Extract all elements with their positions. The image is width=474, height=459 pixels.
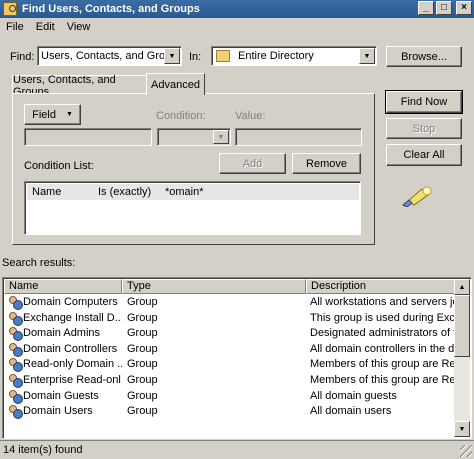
status-text: 14 item(s) found	[3, 444, 83, 456]
condition-list-label: Condition List:	[24, 160, 94, 172]
condition-row-name: Name	[32, 186, 62, 198]
clear-all-button[interactable]: Clear All	[386, 144, 462, 166]
table-row[interactable]: Read-only Domain ... Group Members of th…	[4, 357, 456, 373]
table-row[interactable]: Domain Users Group All domain users	[4, 404, 456, 420]
stop-button[interactable]: Stop	[386, 118, 462, 139]
status-bar: 14 item(s) found	[0, 440, 474, 459]
search-results-list[interactable]: Name Type Description Domain Computers G…	[2, 277, 472, 439]
value-input[interactable]	[235, 128, 362, 146]
maximize-button[interactable]: □	[436, 1, 452, 15]
condition-list[interactable]: Name Is (exactly) *omain*	[24, 181, 361, 235]
menu-edit[interactable]: Edit	[30, 21, 61, 33]
in-label: In:	[189, 51, 202, 63]
group-icon	[8, 342, 23, 357]
table-row[interactable]: Domain Computers Group All workstations …	[4, 295, 456, 311]
in-location-value: Entire Directory	[238, 50, 314, 62]
condition-label: Condition:	[156, 110, 206, 122]
condition-select[interactable]: ▼	[157, 128, 231, 146]
condition-row[interactable]: Name Is (exactly) *omain*	[27, 184, 359, 200]
minimize-button[interactable]: _	[418, 1, 434, 15]
directory-icon	[216, 50, 230, 62]
remove-button[interactable]: Remove	[292, 153, 361, 174]
group-icon	[8, 358, 23, 373]
find-now-button[interactable]: Find Now	[385, 90, 463, 114]
scroll-down-arrow-icon[interactable]: ▼	[454, 421, 470, 437]
find-label: Find:	[10, 51, 35, 63]
add-button[interactable]: Add	[219, 153, 286, 174]
table-row[interactable]: Exchange Install D... Group This group i…	[4, 311, 456, 327]
search-results-label: Search results:	[2, 257, 76, 269]
group-icon	[8, 374, 23, 388]
group-icon	[8, 389, 23, 404]
find-icon	[3, 2, 17, 16]
find-dialog-window: Find Users, Contacts, and Groups _ □ × F…	[0, 0, 474, 459]
find-type-value: Users, Contacts, and Groups	[41, 50, 164, 62]
table-row[interactable]: Domain Controllers Group All domain cont…	[4, 342, 456, 358]
value-label: Value:	[235, 110, 266, 122]
field-button[interactable]: Field ▼	[24, 104, 81, 125]
search-flashlight-icon	[402, 186, 432, 207]
field-display	[24, 128, 152, 146]
window-title: Find Users, Contacts, and Groups	[22, 3, 200, 15]
menu-file[interactable]: File	[0, 21, 30, 33]
chevron-down-icon[interactable]: ▼	[213, 130, 229, 144]
in-location-select[interactable]: Entire Directory ▼	[211, 46, 377, 66]
chevron-down-icon[interactable]: ▼	[164, 48, 180, 64]
browse-button[interactable]: Browse...	[386, 46, 462, 67]
column-header-description[interactable]: Description	[306, 279, 455, 294]
tab-advanced[interactable]: Advanced	[146, 73, 205, 95]
column-header-type[interactable]: Type	[122, 279, 306, 294]
group-icon	[8, 311, 23, 326]
chevron-down-icon: ▼	[65, 111, 73, 118]
condition-row-value: *omain*	[165, 186, 204, 198]
group-icon	[8, 405, 23, 420]
title-bar[interactable]: Find Users, Contacts, and Groups _ □ ×	[0, 0, 474, 18]
resize-grip-icon[interactable]	[460, 445, 472, 457]
group-icon	[8, 296, 23, 310]
group-icon	[8, 327, 23, 342]
close-button[interactable]: ×	[456, 1, 472, 15]
scroll-up-arrow-icon[interactable]: ▲	[454, 279, 470, 295]
find-type-select[interactable]: Users, Contacts, and Groups ▼	[37, 46, 182, 66]
table-row[interactable]: Domain Admins Group Designated administr…	[4, 326, 456, 342]
menu-bar: File Edit View	[0, 18, 474, 35]
table-row[interactable]: Enterprise Read-onl... Group Members of …	[4, 373, 456, 389]
table-row[interactable]: Domain Guests Group All domain guests	[4, 389, 456, 405]
results-scrollbar[interactable]: ▲ ▼	[454, 279, 470, 437]
chevron-down-icon[interactable]: ▼	[359, 48, 375, 64]
condition-row-condition: Is (exactly)	[98, 186, 152, 198]
menu-view[interactable]: View	[61, 21, 97, 33]
column-header-name[interactable]: Name	[4, 279, 122, 294]
tab-users-contacts-groups[interactable]: Users, Contacts, and Groups	[12, 74, 147, 98]
scrollbar-thumb[interactable]	[454, 295, 470, 357]
field-button-label: Field	[32, 108, 56, 121]
